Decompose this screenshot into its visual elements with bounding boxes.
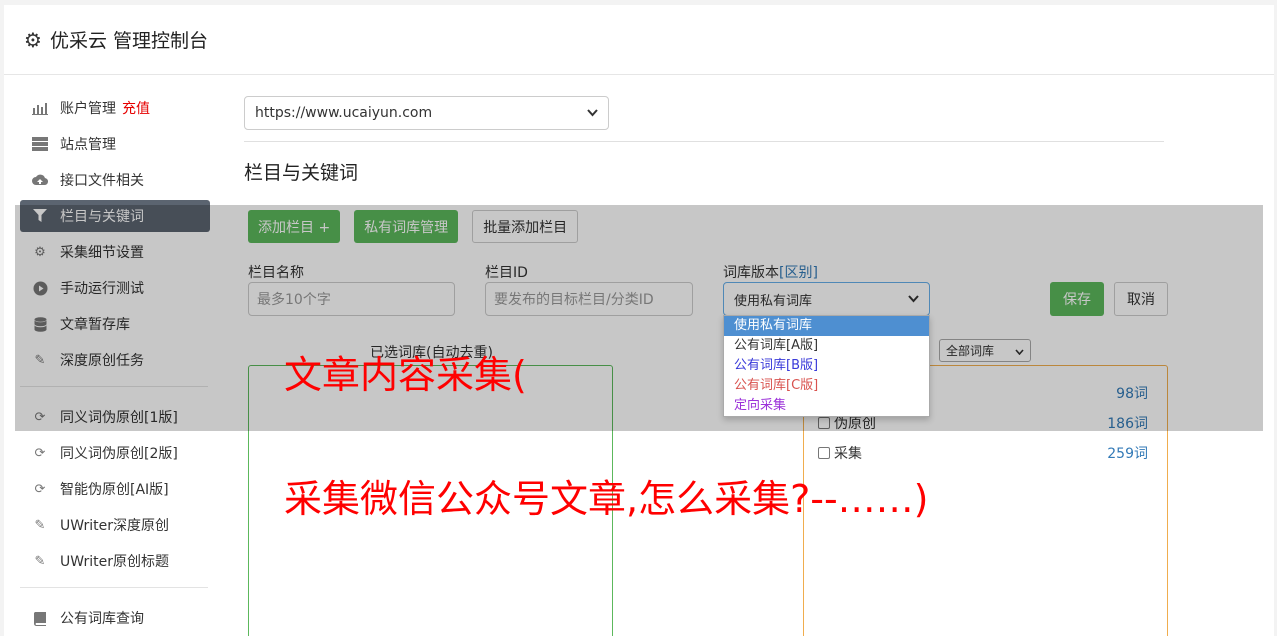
- play-circle-icon: [32, 280, 48, 296]
- sidebar-item-label: UWriter深度原创: [60, 518, 169, 534]
- batch-add-button[interactable]: 批量添加栏目: [472, 210, 579, 243]
- filter-icon: [32, 208, 48, 224]
- sidebar-item-manual-run[interactable]: 手动运行测试: [20, 272, 210, 304]
- lib-version-select[interactable]: 使用私有词库: [723, 282, 930, 316]
- divider: [244, 141, 1164, 142]
- word-label: 采集: [834, 446, 862, 462]
- sidebar-item-label: 采集细节设置: [60, 245, 144, 261]
- save-button[interactable]: 保存: [1050, 282, 1104, 316]
- bar-chart-icon: [32, 100, 48, 116]
- difference-link[interactable]: [区别]: [779, 265, 818, 281]
- dropdown-option[interactable]: 公有词库[B版]: [724, 356, 929, 376]
- chevron-down-icon: [587, 105, 598, 121]
- gear-icon: ⚙: [24, 27, 42, 52]
- sidebar-item-label: 公有词库查询: [60, 611, 144, 627]
- toolbar: 添加栏目 + 私有词库管理 批量添加栏目: [248, 210, 579, 243]
- top-header: ⚙ 优采云 管理控制台: [4, 5, 1274, 75]
- sidebar-item-public-lib[interactable]: 公有词库查询: [20, 602, 210, 634]
- dropdown-option[interactable]: 公有词库[C版]: [724, 376, 929, 396]
- sidebar: 账户管理 充值 站点管理 接口文件相关 栏目与关键词 ⚙ 采集细节设置 手动运行…: [20, 92, 210, 636]
- lib-filter-value: 全部词库: [946, 344, 995, 358]
- sidebar-item-label: 智能伪原创[AI版]: [60, 482, 169, 498]
- sidebar-item-article-store[interactable]: 文章暂存库: [20, 308, 210, 340]
- sidebar-item-label: 账户管理: [60, 101, 116, 117]
- app-title: 优采云 管理控制台: [49, 30, 208, 52]
- dropdown-option[interactable]: 使用私有词库: [724, 316, 929, 336]
- lib-version-label: 词库版本[区别]: [723, 262, 818, 282]
- database-icon: [32, 316, 48, 332]
- sidebar-item-collect-settings[interactable]: ⚙ 采集细节设置: [20, 236, 210, 268]
- lib-version-dropdown: 使用私有词库 公有词库[A版] 公有词库[B版] 公有词库[C版] 定向采集: [723, 315, 930, 417]
- cancel-button[interactable]: 取消: [1114, 282, 1168, 316]
- sidebar-item-label: 栏目与关键词: [60, 209, 144, 225]
- word-count: 98词: [1116, 386, 1148, 402]
- checkbox[interactable]: [818, 417, 830, 429]
- refresh-icon: ⟳: [34, 409, 46, 425]
- sidebar-item-sites[interactable]: 站点管理: [20, 128, 210, 160]
- sidebar-item-synonym-v2[interactable]: ⟳ 同义词伪原创[2版]: [20, 437, 210, 469]
- sidebar-item-columns[interactable]: 栏目与关键词: [20, 200, 210, 232]
- column-name-input[interactable]: 最多10个字: [248, 282, 455, 316]
- word-label: 伪原创: [834, 416, 876, 432]
- cloud-upload-icon: [32, 172, 48, 188]
- word-count: 259词: [1107, 446, 1148, 462]
- column-id-input[interactable]: 要发布的目标栏目/分类ID: [485, 282, 693, 316]
- site-select-value: https://www.ucaiyun.com: [255, 105, 433, 121]
- recharge-link[interactable]: 充值: [122, 98, 150, 118]
- lib-version-label-text: 词库版本: [723, 265, 779, 281]
- sidebar-item-label: 同义词伪原创[1版]: [60, 410, 178, 426]
- column-name-label: 栏目名称: [248, 265, 304, 281]
- sidebar-item-label: 深度原创任务: [60, 353, 144, 369]
- sidebar-divider: [20, 386, 208, 387]
- word-count: 186词: [1107, 416, 1148, 432]
- sidebar-item-account[interactable]: 账户管理 充值: [20, 92, 210, 124]
- book-icon: [32, 610, 48, 626]
- private-lib-button[interactable]: 私有词库管理: [354, 210, 459, 243]
- lib-version-value: 使用私有词库: [734, 293, 813, 309]
- site-select[interactable]: https://www.ucaiyun.com: [244, 96, 609, 130]
- sidebar-item-deep-original[interactable]: ✎ 深度原创任务: [20, 344, 210, 376]
- edit-icon: ✎: [34, 352, 46, 368]
- gears-icon: ⚙: [34, 244, 46, 260]
- sidebar-item-label: 同义词伪原创[2版]: [60, 446, 178, 462]
- sidebar-item-label: 站点管理: [60, 137, 116, 153]
- checkbox[interactable]: [818, 447, 830, 459]
- list-item[interactable]: 采集 259词: [818, 443, 1148, 463]
- sidebar-item-label: 接口文件相关: [60, 173, 144, 189]
- caption-line-2: 采集微信公众号文章,怎么采集?--……): [284, 477, 929, 521]
- add-column-button[interactable]: 添加栏目 +: [248, 210, 341, 243]
- server-icon: [32, 136, 48, 152]
- caption-line-1: 文章内容采集(: [284, 353, 527, 397]
- sidebar-divider: [20, 587, 208, 588]
- sidebar-item-interface[interactable]: 接口文件相关: [20, 164, 210, 196]
- column-id-label: 栏目ID: [485, 265, 528, 281]
- sidebar-item-label: 手动运行测试: [60, 281, 144, 297]
- sidebar-item-synonym-v1[interactable]: ⟳ 同义词伪原创[1版]: [20, 401, 210, 433]
- lib-filter-select[interactable]: 全部词库: [939, 339, 1031, 362]
- chevron-down-icon: [1015, 344, 1024, 358]
- dropdown-option[interactable]: 定向采集: [724, 396, 929, 416]
- sidebar-item-ai-rewrite[interactable]: ⟳ 智能伪原创[AI版]: [20, 473, 210, 505]
- main-content: https://www.ucaiyun.com 栏目与关键词: [244, 96, 1164, 185]
- page-title: 栏目与关键词: [244, 162, 359, 184]
- sidebar-item-uwriter-deep[interactable]: ✎ UWriter深度原创: [20, 509, 210, 541]
- sidebar-item-label: 文章暂存库: [60, 317, 130, 333]
- dropdown-option[interactable]: 公有词库[A版]: [724, 336, 929, 356]
- refresh-icon: ⟳: [34, 481, 46, 497]
- chevron-down-icon: [908, 292, 919, 307]
- sidebar-item-uwriter-title[interactable]: ✎ UWriter原创标题: [20, 545, 210, 577]
- sidebar-item-label: UWriter原创标题: [60, 554, 169, 570]
- edit-icon: ✎: [34, 553, 46, 569]
- refresh-icon: ⟳: [34, 445, 46, 461]
- edit-icon: ✎: [34, 517, 46, 533]
